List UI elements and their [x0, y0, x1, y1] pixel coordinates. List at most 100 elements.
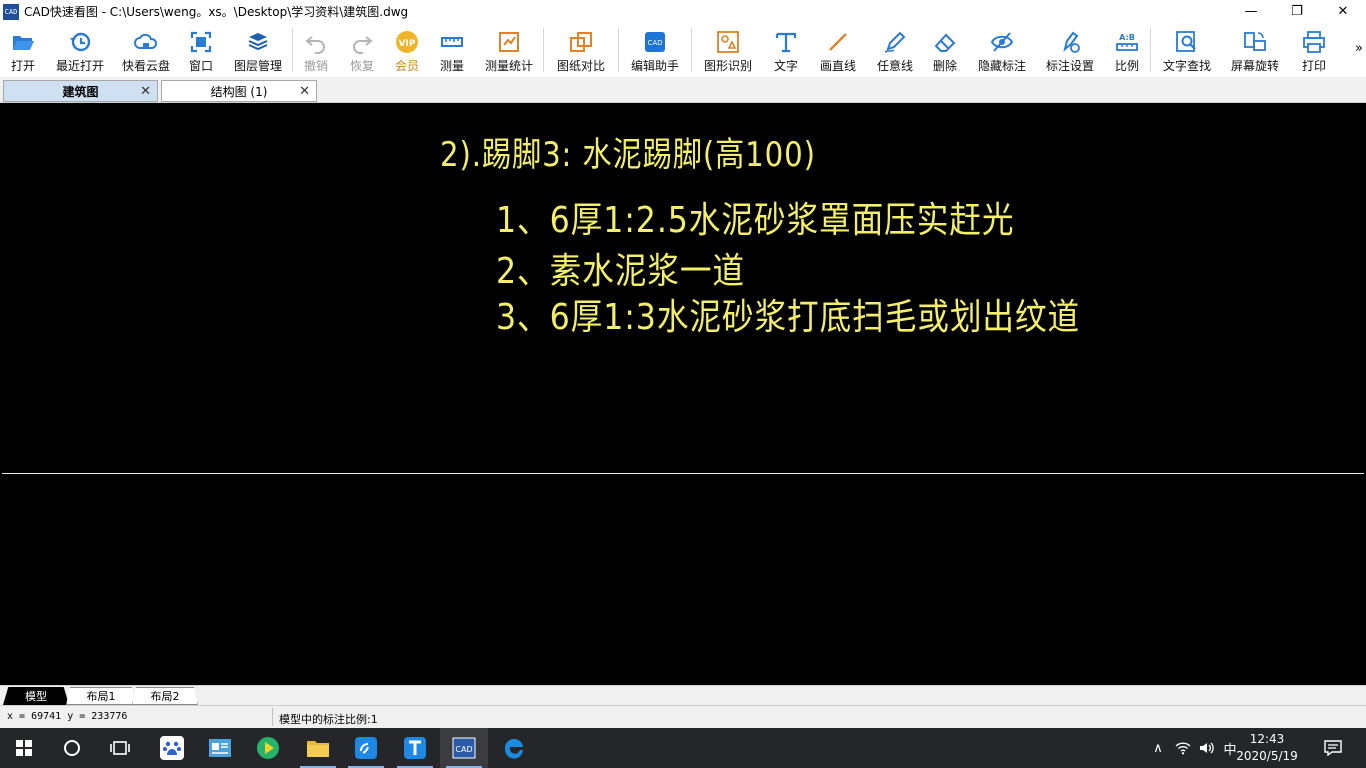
tab-structure[interactable]: 结构图 (1) ✕ [161, 80, 317, 102]
wifi-icon [1175, 742, 1191, 755]
measure-stats-button[interactable]: 测量统计 [475, 23, 543, 77]
hide-annotation-label: 隐藏标注 [977, 59, 1026, 73]
document-tabs: 建筑图 ✕ 结构图 (1) ✕ [0, 77, 1366, 103]
measure-label: 测量 [439, 59, 464, 73]
search-button[interactable] [48, 728, 96, 768]
undo-button[interactable]: 撤销 [293, 23, 339, 77]
undo-label: 撤销 [303, 59, 328, 73]
vip-button[interactable]: VIP 会员 [385, 23, 429, 77]
tab-architecture[interactable]: 建筑图 ✕ [3, 80, 158, 102]
annotation-settings-icon [1063, 31, 1080, 53]
redo-icon [353, 36, 373, 54]
maximize-button[interactable]: ❐ [1274, 0, 1320, 23]
status-divider [272, 708, 273, 726]
redo-button[interactable]: 恢复 [339, 23, 385, 77]
print-button[interactable]: 打印 [1287, 23, 1341, 77]
draw-line-label: 画直线 [819, 59, 856, 73]
annotation-settings-label: 标注设置 [1045, 59, 1094, 73]
vip-badge-icon: VIP [396, 31, 418, 53]
print-label: 打印 [1301, 59, 1326, 73]
close-tab-icon[interactable]: ✕ [299, 84, 310, 99]
video-player-app[interactable] [244, 728, 292, 768]
drawing-text-line-3: 3、6厚1:3水泥砂浆打底扫毛或划出纹道 [496, 297, 1081, 338]
annotation-settings-button[interactable]: 标注设置 [1036, 23, 1104, 77]
news-app[interactable] [196, 728, 244, 768]
measure-button[interactable]: 测量 [429, 23, 475, 77]
scale-label: 比例 [1114, 59, 1139, 73]
cloud-label: 快看云盘 [121, 59, 170, 73]
layers-label: 图层管理 [233, 59, 282, 73]
edit-assistant-button[interactable]: CAD 编辑助手 [619, 23, 691, 77]
notification-center-button[interactable] [1316, 728, 1350, 768]
folder-open-icon [13, 36, 34, 50]
task-view-button[interactable] [96, 728, 144, 768]
edge-icon [504, 738, 523, 759]
layers-button[interactable]: 图层管理 [224, 23, 292, 77]
drawing-heading: 2).踢脚3: 水泥踢脚(高100) [440, 135, 816, 175]
drawing-canvas[interactable]: 2).踢脚3: 水泥踢脚(高100) 1、6厚1:2.5水泥砂浆罩面压实赶光 2… [0, 103, 1366, 685]
screen-rotate-button[interactable]: 屏幕旋转 [1223, 23, 1287, 77]
baidu-app[interactable] [148, 728, 196, 768]
vip-label: 会员 [394, 59, 419, 73]
compare-button[interactable]: 图纸对比 [544, 23, 618, 77]
rotate-screen-icon [1244, 32, 1266, 51]
recent-button[interactable]: 最近打开 [46, 23, 114, 77]
baidu-paw-icon [160, 736, 184, 760]
close-button[interactable]: ✕ [1320, 0, 1366, 23]
wifi-tray-button[interactable] [1172, 728, 1194, 768]
toolbar-more-button[interactable]: » [1355, 41, 1363, 56]
tab-layout-2[interactable]: 布局2 [132, 687, 198, 705]
app-icon: CAD [3, 3, 19, 20]
text-search-button[interactable]: 文字查找 [1151, 23, 1223, 77]
compare-label: 图纸对比 [556, 59, 605, 73]
start-button[interactable] [0, 728, 48, 768]
measure-stats-label: 测量统计 [484, 59, 533, 73]
tab-label: 结构图 (1) [210, 84, 268, 99]
folder-icon [307, 741, 329, 757]
cad-viewer-app[interactable]: CAD [440, 728, 488, 768]
system-clock[interactable]: 12:43 2020/5/19 [1228, 731, 1306, 765]
remote-app[interactable] [342, 728, 390, 768]
svg-text:A:B: A:B [1119, 33, 1135, 42]
volume-tray-button[interactable] [1196, 728, 1218, 768]
minimize-button[interactable]: — [1228, 0, 1274, 23]
edge-browser-app[interactable] [490, 728, 538, 768]
tab-model[interactable]: 模型 [3, 687, 69, 705]
text-icon [775, 32, 797, 53]
draw-line-button[interactable]: 画直线 [808, 23, 868, 77]
screen-rotate-label: 屏幕旋转 [1230, 59, 1279, 73]
freehand-button[interactable]: 任意线 [868, 23, 922, 77]
annotation-scale-status: 模型中的标注比例:1 [279, 713, 378, 726]
layers-icon [248, 33, 268, 51]
clock-time: 12:43 [1249, 732, 1285, 746]
text-app[interactable] [391, 728, 439, 768]
svg-text:CAD: CAD [647, 39, 662, 47]
edit-assistant-label: 编辑助手 [630, 59, 679, 73]
window-button[interactable]: 窗口 [178, 23, 224, 77]
cursor-coordinates: x = 69741 y = 233776 [7, 711, 128, 722]
notification-icon [1324, 740, 1342, 756]
scale-button[interactable]: A:B 比例 [1104, 23, 1150, 77]
text-button[interactable]: 文字 [764, 23, 808, 77]
svg-text:CAD: CAD [455, 745, 472, 754]
delete-button[interactable]: 删除 [922, 23, 968, 77]
open-label: 打开 [10, 59, 35, 73]
file-explorer-app[interactable] [294, 728, 342, 768]
delete-label: 删除 [932, 59, 957, 73]
shape-recognize-button[interactable]: 图形识别 [692, 23, 764, 77]
windows-taskbar: CAD ∧ 中 12:43 2020/5/19 [0, 728, 1366, 768]
text-search-label: 文字查找 [1162, 59, 1211, 73]
task-view-icon [110, 741, 130, 755]
close-tab-icon[interactable]: ✕ [140, 84, 151, 99]
eraser-icon [934, 33, 956, 52]
measure-chart-icon [499, 32, 519, 52]
open-button[interactable]: 打开 [0, 23, 46, 77]
cad-edit-icon: CAD [645, 32, 665, 52]
hide-annotation-button[interactable]: 隐藏标注 [968, 23, 1036, 77]
tray-expand-button[interactable]: ∧ [1148, 728, 1168, 768]
tab-layout-1[interactable]: 布局1 [66, 687, 136, 705]
cloud-button[interactable]: 快看云盘 [114, 23, 178, 77]
text-label: 文字 [773, 59, 798, 73]
drawing-text-line-1: 1、6厚1:2.5水泥砂浆罩面压实赶光 [496, 200, 1015, 241]
compare-icon [570, 32, 592, 52]
